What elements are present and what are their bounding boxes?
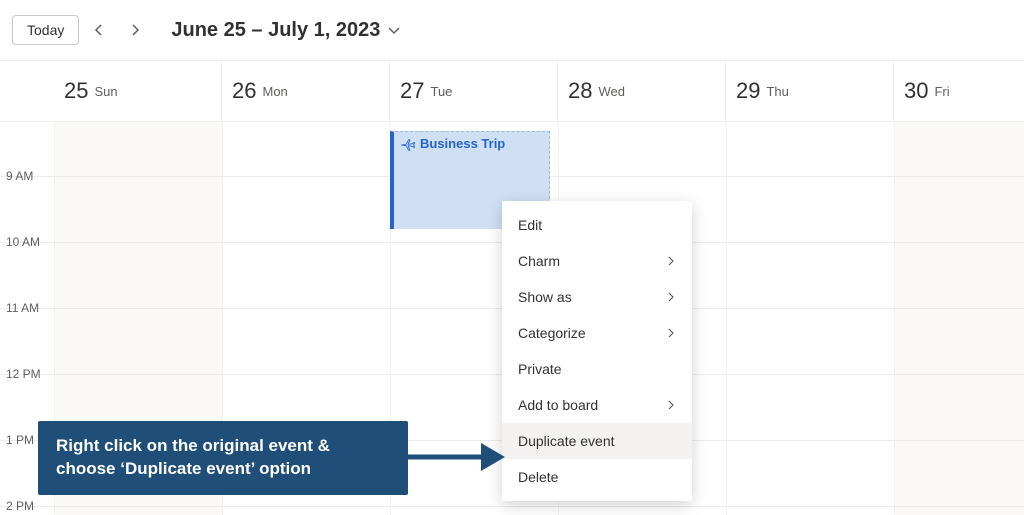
- ctx-duplicate-event[interactable]: Duplicate event: [502, 423, 692, 459]
- instruction-text: Right click on the original event & choo…: [56, 436, 330, 478]
- hour-label: 2 PM: [0, 499, 54, 513]
- hour-label: 11 AM: [0, 301, 54, 315]
- ctx-add-to-board[interactable]: Add to board: [502, 387, 692, 423]
- today-button[interactable]: Today: [12, 15, 79, 45]
- next-week-button[interactable]: [119, 14, 151, 46]
- chevron-down-icon: [388, 24, 400, 36]
- chevron-right-icon: [666, 400, 676, 410]
- event-context-menu: Edit Charm Show as Categorize Private Ad…: [502, 201, 692, 501]
- hour-label: 12 PM: [0, 367, 54, 381]
- day-header-fri[interactable]: 30 Fri: [894, 61, 1024, 121]
- ctx-delete[interactable]: Delete: [502, 459, 692, 495]
- day-header-row: 25 Sun 26 Mon 27 Tue 28 Wed 29 Thu 30 Fr…: [0, 61, 1024, 121]
- day-header-wed[interactable]: 28 Wed: [558, 61, 726, 121]
- arrow-annotation-icon: [405, 437, 505, 477]
- plane-icon: [400, 137, 416, 153]
- ctx-show-as[interactable]: Show as: [502, 279, 692, 315]
- date-range-picker[interactable]: June 25 – July 1, 2023: [171, 19, 400, 42]
- time-grid[interactable]: 9 AM 10 AM 11 AM 12 PM 1 PM 2 PM Busines…: [0, 121, 1024, 515]
- chevron-right-icon: [666, 292, 676, 302]
- prev-week-button[interactable]: [83, 14, 115, 46]
- ctx-charm[interactable]: Charm: [502, 243, 692, 279]
- date-range-label: June 25 – July 1, 2023: [171, 19, 380, 42]
- calendar-week-view: 25 Sun 26 Mon 27 Tue 28 Wed 29 Thu 30 Fr…: [0, 60, 1024, 515]
- instruction-callout: Right click on the original event & choo…: [38, 421, 408, 495]
- chevron-right-icon: [666, 256, 676, 266]
- day-header-tue[interactable]: 27 Tue: [390, 61, 558, 121]
- event-title: Business Trip: [420, 136, 505, 151]
- day-header-mon[interactable]: 26 Mon: [222, 61, 390, 121]
- calendar-toolbar: Today June 25 – July 1, 2023: [0, 0, 1024, 60]
- day-header-sun[interactable]: 25 Sun: [54, 61, 222, 121]
- hour-label: 9 AM: [0, 169, 54, 183]
- chevron-left-icon: [93, 24, 105, 36]
- chevron-right-icon: [129, 24, 141, 36]
- day-header-thu[interactable]: 29 Thu: [726, 61, 894, 121]
- weekend-shade: [894, 121, 1024, 515]
- chevron-right-icon: [666, 328, 676, 338]
- ctx-categorize[interactable]: Categorize: [502, 315, 692, 351]
- ctx-private[interactable]: Private: [502, 351, 692, 387]
- hour-label: 10 AM: [0, 235, 54, 249]
- ctx-edit[interactable]: Edit: [502, 207, 692, 243]
